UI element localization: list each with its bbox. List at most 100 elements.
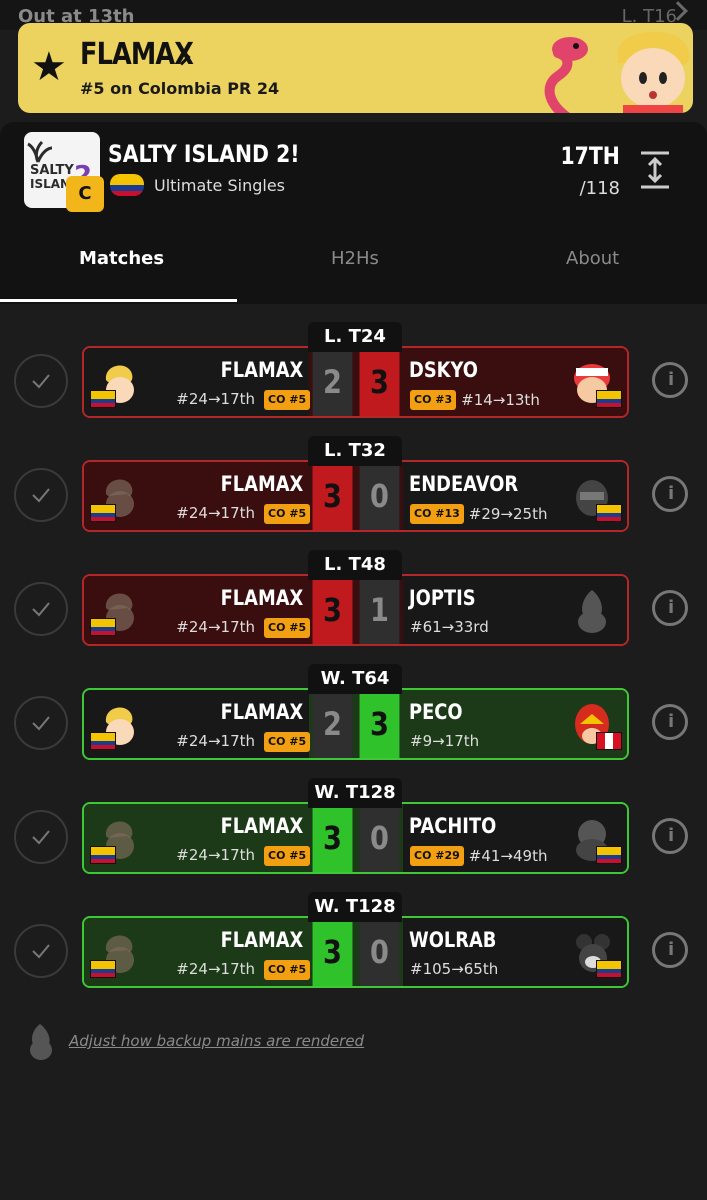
left-seed-placing: #24→17th: [176, 504, 255, 522]
colombia-flag-icon: [596, 504, 622, 522]
right-seed-line: CO #3 #14→13th: [410, 390, 540, 410]
match-card[interactable]: FLAMAX #24→17th CO #5 3 1 JOPTIS #61→33r…: [82, 574, 629, 646]
peru-flag-icon: [596, 732, 622, 750]
tab-h2hs[interactable]: H2Hs: [331, 248, 379, 269]
right-seed-line: #61→33rd: [410, 618, 489, 636]
tab-matches[interactable]: Matches: [79, 248, 164, 269]
checkmark-icon: [32, 602, 50, 617]
match-card[interactable]: FLAMAX #24→17th CO #5 3 0 PACHITO CO #29…: [82, 802, 629, 874]
left-score: 3: [312, 918, 353, 986]
checkmark-icon: [32, 944, 50, 959]
left-score: 3: [312, 576, 353, 644]
tab-about[interactable]: About: [566, 248, 619, 269]
right-seed-line: #105→65th: [410, 960, 498, 978]
tournament-name[interactable]: SALTY ISLAND 2!: [108, 140, 300, 168]
checkmark-button[interactable]: [14, 810, 68, 864]
round-label: W. T64: [308, 664, 402, 694]
right-score: 3: [359, 690, 400, 758]
match-row[interactable]: W. T128 FLAMAX #24→17th CO #5 3 0 PACHIT…: [0, 778, 707, 878]
match-row[interactable]: L. T24 FLAMAX #24→17th CO #5 2 3 DSKYO C…: [0, 322, 707, 422]
checkmark-icon: [32, 374, 50, 389]
right-seed-placing: #41→49th: [468, 847, 548, 865]
star-icon[interactable]: ★: [31, 47, 67, 87]
colombia-flag-icon: [90, 618, 116, 636]
left-seed-placing: #24→17th: [176, 960, 255, 978]
right-player-name: WOLRAB: [409, 928, 497, 952]
right-region-badge: CO #29: [410, 846, 464, 866]
right-player-name: PECO: [409, 700, 463, 724]
left-player-name: FLAMAX: [220, 358, 303, 382]
right-seed-placing: #9→17th: [410, 732, 480, 750]
left-region-badge: CO #5: [264, 504, 311, 524]
right-player-name: PACHITO: [409, 814, 497, 838]
right-character-icon: [572, 586, 612, 634]
right-score: 0: [359, 918, 400, 986]
match-card[interactable]: FLAMAX #24→17th CO #5 3 0 WOLRAB #105→65…: [82, 916, 629, 988]
right-score: 3: [359, 348, 400, 416]
character-silhouette-icon: [30, 1024, 52, 1060]
right-region-badge: CO #3: [410, 390, 457, 410]
final-placing: 17TH: [560, 142, 620, 170]
round-label: L. T32: [308, 436, 402, 466]
left-region-badge: CO #5: [264, 732, 311, 752]
info-icon[interactable]: i: [652, 932, 688, 968]
match-card[interactable]: FLAMAX #24→17th CO #5 3 0 ENDEAVOR CO #1…: [82, 460, 629, 532]
info-icon[interactable]: i: [652, 590, 688, 626]
match-card[interactable]: FLAMAX #24→17th CO #5 2 3 DSKYO CO #3 #14…: [82, 346, 629, 418]
left-region-badge: CO #5: [264, 960, 311, 980]
left-score: 2: [312, 348, 353, 416]
tier-badge: C: [66, 176, 104, 212]
match-row[interactable]: L. T48 FLAMAX #24→17th CO #5 3 1 JOPTIS …: [0, 550, 707, 650]
right-score: 1: [359, 576, 400, 644]
colombia-flag-icon: [90, 504, 116, 522]
left-score: 2: [312, 690, 353, 758]
info-icon[interactable]: i: [652, 704, 688, 740]
left-player-name: FLAMAX: [220, 814, 303, 838]
active-tab-indicator: [0, 299, 237, 302]
left-player-name: FLAMAX: [220, 472, 303, 496]
right-seed-line: CO #13 #29→25th: [410, 504, 547, 524]
colombia-flag-icon: [596, 960, 622, 978]
left-seed-placing: #24→17th: [176, 732, 255, 750]
info-icon[interactable]: i: [652, 818, 688, 854]
round-label: W. T128: [308, 892, 402, 922]
right-seed-placing: #29→25th: [468, 505, 548, 523]
right-player-name: JOPTIS: [409, 586, 476, 610]
expand-icon[interactable]: [639, 150, 671, 190]
checkmark-icon: [32, 488, 50, 503]
backup-mains-link[interactable]: Adjust how backup mains are rendered: [69, 1032, 364, 1050]
checkmark-button[interactable]: [14, 354, 68, 408]
info-icon[interactable]: i: [652, 476, 688, 512]
checkmark-button[interactable]: [14, 696, 68, 750]
left-seed-placing: #24→17th: [176, 390, 255, 408]
right-player-name: ENDEAVOR: [409, 472, 519, 496]
svg-text:SALTY: SALTY: [30, 163, 74, 178]
left-seed-placing: #24→17th: [176, 618, 255, 636]
checkmark-button[interactable]: [14, 924, 68, 978]
round-label: W. T128: [308, 778, 402, 808]
left-score: 3: [312, 462, 353, 530]
right-seed-placing: #105→65th: [410, 960, 499, 978]
colombia-flag-icon: [90, 846, 116, 864]
right-seed-line: CO #29 #41→49th: [410, 846, 547, 866]
match-row[interactable]: W. T128 FLAMAX #24→17th CO #5 3 0 WOLRAB…: [0, 892, 707, 992]
player-banner[interactable]: ★ FLAMAX #5 on Colombia PR 24: [18, 23, 693, 113]
match-row[interactable]: W. T64 FLAMAX #24→17th CO #5 2 3 PECO #9…: [0, 664, 707, 764]
left-score: 3: [312, 804, 353, 872]
match-card[interactable]: FLAMAX #24→17th CO #5 2 3 PECO #9→17th: [82, 688, 629, 760]
match-row[interactable]: L. T32 FLAMAX #24→17th CO #5 3 0 ENDEAVO…: [0, 436, 707, 536]
right-seed-line: #9→17th: [410, 732, 479, 750]
checkmark-button[interactable]: [14, 582, 68, 636]
right-region-badge: CO #13: [410, 504, 464, 524]
right-player-name: DSKYO: [409, 358, 478, 382]
checkmark-icon: [32, 716, 50, 731]
left-region-badge: CO #5: [264, 390, 311, 410]
info-icon[interactable]: i: [652, 362, 688, 398]
checkmark-button[interactable]: [14, 468, 68, 522]
entrant-count: /118: [579, 178, 620, 199]
event-name: Ultimate Singles: [154, 176, 285, 195]
right-seed-placing: #61→33rd: [410, 618, 489, 636]
player-rank: #5 on Colombia PR 24: [80, 79, 280, 98]
left-player-name: FLAMAX: [220, 586, 303, 610]
left-player-name: FLAMAX: [220, 700, 303, 724]
